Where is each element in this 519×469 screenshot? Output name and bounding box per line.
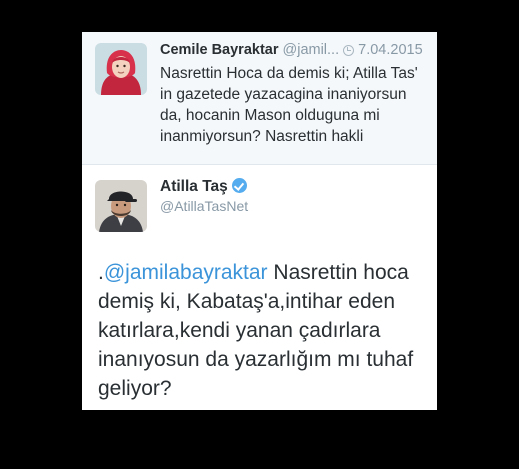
reply-author-name-text[interactable]: Atilla Taş bbox=[160, 178, 228, 195]
parent-author-name[interactable]: Cemile Bayraktar bbox=[160, 42, 279, 58]
parent-tweet-text: Nasrettin Hoca da demis ki; Atilla Tas' … bbox=[160, 65, 418, 145]
reply-avatar[interactable] bbox=[95, 180, 147, 232]
user-avatar-cap-icon bbox=[95, 180, 147, 232]
reply-author-name[interactable]: Atilla Taş bbox=[160, 178, 247, 196]
parent-tweet[interactable]: Cemile Bayraktar @jamil... 7.04.2015 Nasre… bbox=[82, 32, 437, 165]
reply-tweet-text: .@jamilabayraktar Nasrettin hoca demiş k… bbox=[98, 258, 433, 403]
reply-author-handle[interactable]: @AtillaTasNet bbox=[160, 198, 248, 214]
mention-link[interactable]: @jamilabayraktar bbox=[104, 261, 268, 284]
parent-tweet-header: Cemile Bayraktar @jamil... 7.04.2015 bbox=[160, 41, 430, 59]
parent-avatar[interactable] bbox=[95, 43, 147, 95]
parent-author-handle[interactable]: @jamil... bbox=[283, 42, 340, 58]
user-avatar-hijab-icon bbox=[95, 43, 147, 95]
verified-badge-icon bbox=[231, 178, 247, 193]
parent-tweet-date[interactable]: 7.04.2015 bbox=[358, 42, 423, 58]
clock-icon bbox=[343, 45, 355, 56]
tweet-card: Cemile Bayraktar @jamil... 7.04.2015 Nasre… bbox=[82, 32, 437, 410]
